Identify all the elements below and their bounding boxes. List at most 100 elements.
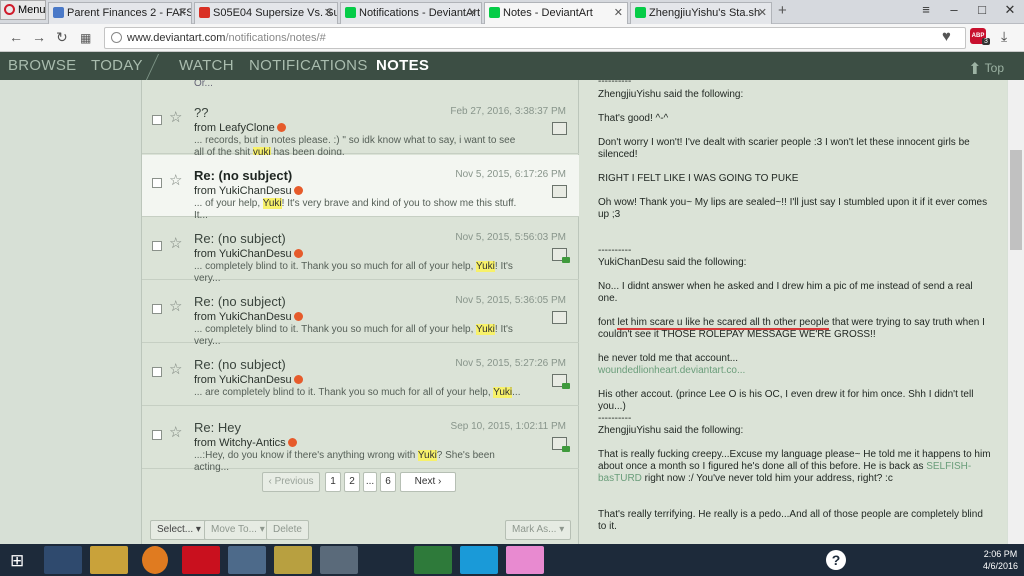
note-row[interactable]: ☆ Re: (no subject) Nov 5, 2015, 6:17:26 … xyxy=(142,155,579,221)
opera-icon[interactable] xyxy=(182,546,220,574)
note-subject[interactable]: ?? xyxy=(194,105,208,120)
note-replied-icon xyxy=(552,437,570,452)
search-highlight: Yuki xyxy=(493,387,513,398)
reload-icon[interactable]: ↻ xyxy=(56,29,68,46)
new-tab-button[interactable]: + xyxy=(778,2,787,19)
art-tools-icon[interactable] xyxy=(274,546,312,574)
cut-off-preview: Or... xyxy=(194,80,213,89)
note-checkbox[interactable] xyxy=(152,241,162,251)
green-app-icon[interactable] xyxy=(414,546,452,574)
sender-name[interactable]: YukiChanDesu xyxy=(219,311,292,323)
close-icon[interactable]: ✕ xyxy=(614,3,623,23)
speed-dial-icon[interactable]: ▦ xyxy=(80,31,91,45)
page-1-button[interactable]: 1 xyxy=(325,472,341,492)
star-icon[interactable]: ☆ xyxy=(169,234,182,252)
nav-browse[interactable]: BROWSE xyxy=(8,57,76,74)
note-checkbox[interactable] xyxy=(152,430,162,440)
delete-button[interactable]: Delete xyxy=(266,520,309,540)
page-6-button[interactable]: 6 xyxy=(380,472,396,492)
tab-notes[interactable]: Notes - DeviantArt ✕ xyxy=(484,2,628,24)
maximize-button[interactable]: □ xyxy=(968,0,996,20)
sender-name[interactable]: YukiChanDesu xyxy=(219,248,292,260)
skype-icon[interactable] xyxy=(460,546,498,574)
note-subject[interactable]: Re: (no subject) xyxy=(194,168,292,183)
mark-as-label: Mark As... xyxy=(512,524,557,535)
close-icon[interactable]: ✕ xyxy=(468,3,477,23)
help-icon[interactable]: ? xyxy=(826,550,846,570)
close-icon[interactable]: ✕ xyxy=(758,3,767,23)
account-link[interactable]: woundedlionheart.deviantart.co... xyxy=(598,365,993,377)
nav-notifications[interactable]: NOTIFICATIONS xyxy=(249,57,368,74)
note-read-icon xyxy=(552,122,567,135)
note-subject[interactable]: Re: (no subject) xyxy=(194,357,286,372)
note-row[interactable]: ☆ ?? Feb 27, 2016, 3:38:37 PM from Leafy… xyxy=(142,92,579,158)
paint-icon[interactable] xyxy=(228,546,266,574)
note-row[interactable]: ☆ Re: (no subject) Nov 5, 2015, 5:27:26 … xyxy=(142,344,579,406)
nav-notes[interactable]: NOTES xyxy=(376,57,429,74)
note-subject[interactable]: Re: (no subject) xyxy=(194,294,286,309)
note-row[interactable]: ☆ Re: (no subject) Nov 5, 2015, 5:56:03 … xyxy=(142,218,579,284)
brush-app-icon[interactable] xyxy=(320,546,358,574)
top-button[interactable]: ⬆ Top xyxy=(968,59,1004,79)
tab-parent-finances[interactable]: Parent Finances 2 - FAFSA ✕ xyxy=(48,2,192,24)
close-icon[interactable]: ✕ xyxy=(178,3,187,23)
message-paragraph: That's really terrifying. He really is a… xyxy=(598,509,983,532)
nav-watch[interactable]: WATCH xyxy=(179,57,234,74)
note-row[interactable]: ☆ Re: Hey Sep 10, 2015, 1:02:11 PM from … xyxy=(142,407,579,473)
forward-arrow-icon[interactable]: → xyxy=(32,29,46,45)
heart-app-icon[interactable] xyxy=(506,546,544,574)
note-checkbox[interactable] xyxy=(152,367,162,377)
note-checkbox[interactable] xyxy=(152,178,162,188)
heart-icon[interactable]: ♥ xyxy=(942,28,951,45)
close-window-button[interactable]: ✕ xyxy=(996,0,1024,20)
note-subject[interactable]: Re: (no subject) xyxy=(194,231,286,246)
note-subject[interactable]: Re: Hey xyxy=(194,420,241,435)
notes-list-panel: Or... ☆ ?? Feb 27, 2016, 3:38:37 PM from… xyxy=(141,80,579,544)
tab-menu-icon[interactable]: ≡ xyxy=(912,0,940,20)
back-arrow-icon[interactable]: ← xyxy=(9,29,23,45)
system-clock[interactable]: 2:06 PM 4/6/2016 xyxy=(983,548,1018,572)
address-bar[interactable]: www.deviantart.com/notifications/notes/# xyxy=(104,27,966,49)
sender-name[interactable]: YukiChanDesu xyxy=(219,185,292,197)
star-icon[interactable]: ☆ xyxy=(169,108,182,126)
note-row[interactable]: ☆ Re: (no subject) Nov 5, 2015, 5:36:05 … xyxy=(142,281,579,347)
sender-name[interactable]: Witchy-Antics xyxy=(219,437,286,449)
page-2-button[interactable]: 2 xyxy=(344,472,360,492)
tab-label: Notes - DeviantArt xyxy=(503,7,593,19)
site-info-icon[interactable] xyxy=(111,32,122,43)
star-icon[interactable]: ☆ xyxy=(169,423,182,441)
explorer-icon[interactable] xyxy=(44,546,82,574)
download-icon[interactable]: ⤓ xyxy=(1001,28,1007,45)
note-read-icon xyxy=(552,185,567,198)
previous-page-button[interactable]: ‹ Previous xyxy=(262,472,320,492)
browser-menu-button[interactable]: Menu xyxy=(0,0,46,20)
note-checkbox[interactable] xyxy=(152,304,162,314)
star-icon[interactable]: ☆ xyxy=(169,171,182,189)
message-paragraph: Don't worry I won't! I've dealt with sca… xyxy=(598,137,970,160)
minimize-button[interactable]: – xyxy=(940,0,968,20)
firefox-icon[interactable] xyxy=(142,546,168,574)
tab-notifications[interactable]: Notifications - DeviantArt ✕ xyxy=(340,2,482,24)
tab-stash[interactable]: ZhengjiuYishu's Sta.sh ✕ xyxy=(630,2,772,24)
note-checkbox[interactable] xyxy=(152,115,162,125)
mark-as-dropdown[interactable]: Mark As... ▾ xyxy=(505,520,572,540)
separator-line: ---------- xyxy=(598,413,632,424)
nav-today[interactable]: TODAY xyxy=(91,57,143,74)
star-icon[interactable]: ☆ xyxy=(169,297,182,315)
move-to-dropdown[interactable]: Move To... ▾ xyxy=(204,520,272,540)
tab-supersize[interactable]: S05E04 Supersize Vs. Supe ✕ xyxy=(194,2,338,24)
next-page-button[interactable]: Next › xyxy=(400,472,456,492)
scrollbar-thumb[interactable] xyxy=(1010,150,1022,250)
quote-header: ZhengjiuYishu said the following: xyxy=(598,425,744,436)
deviant-badge-icon xyxy=(287,438,297,447)
windows-start-icon[interactable]: ⊞ xyxy=(10,551,24,571)
close-icon[interactable]: ✕ xyxy=(324,3,333,23)
preview-text: ... of your help, xyxy=(194,198,263,209)
sender-name[interactable]: YukiChanDesu xyxy=(219,374,292,386)
sender-name[interactable]: LeafyClone xyxy=(219,122,275,134)
star-icon[interactable]: ☆ xyxy=(169,360,182,378)
note-reading-pane: ---------- ZhengjiuYishu said the follow… xyxy=(579,80,1007,544)
select-dropdown[interactable]: Select... ▾ xyxy=(150,520,208,540)
browser-tab-bar: Menu Parent Finances 2 - FAFSA ✕ S05E04 … xyxy=(0,0,1024,24)
file-manager-icon[interactable] xyxy=(90,546,128,574)
